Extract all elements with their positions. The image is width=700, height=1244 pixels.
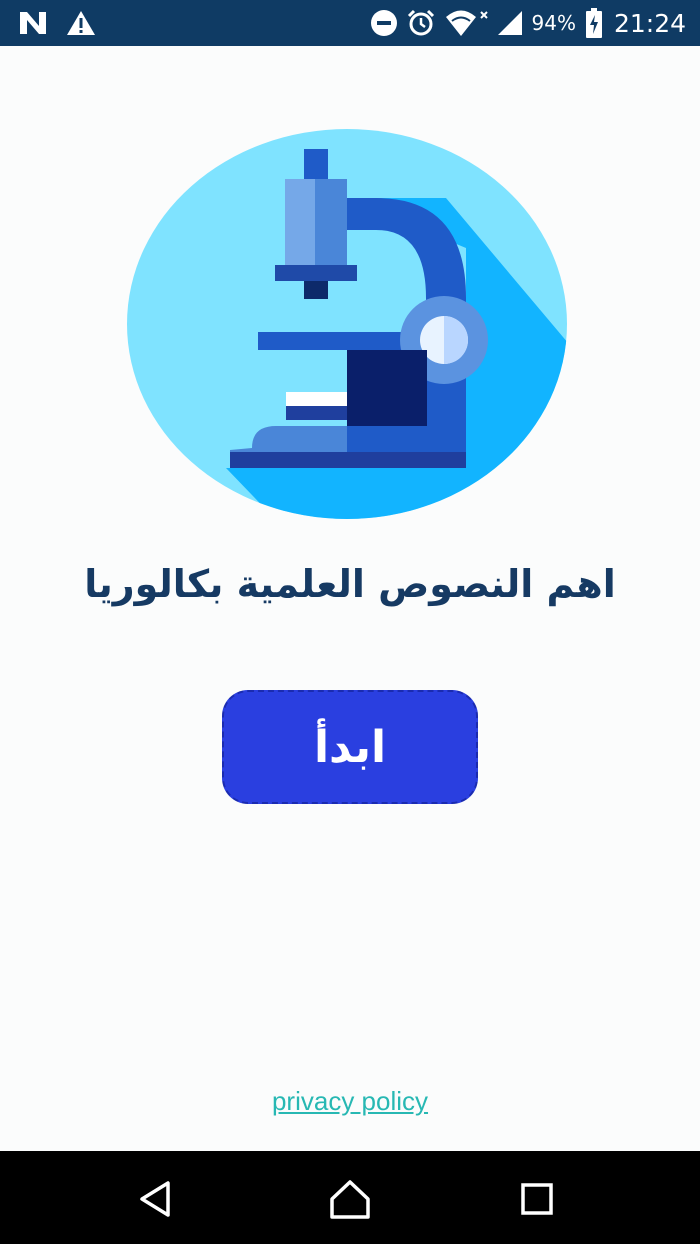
privacy-policy-link[interactable]: privacy policy	[0, 1086, 700, 1117]
alarm-icon	[406, 8, 436, 38]
home-icon[interactable]	[326, 1175, 374, 1223]
navigation-bar	[0, 1151, 700, 1244]
do-not-disturb-icon	[370, 9, 398, 37]
app-screen: 94% 21:24 اهم النصوص العلمية بكالوريا اب…	[0, 0, 700, 1244]
n-logo-icon	[18, 10, 48, 36]
status-right-icons: 94% 21:24	[370, 6, 686, 40]
page-title: اهم النصوص العلمية بكالوريا	[84, 562, 616, 606]
status-left-icons	[18, 8, 96, 38]
clock: 21:24	[613, 8, 686, 38]
wifi-icon	[444, 8, 488, 38]
recents-icon[interactable]	[513, 1175, 561, 1223]
start-button[interactable]: ابدأ	[222, 690, 478, 804]
back-icon[interactable]	[132, 1175, 180, 1223]
cellular-signal-icon	[496, 9, 524, 37]
battery-percent: 94%	[531, 11, 576, 35]
battery-charging-icon	[585, 8, 602, 38]
status-bar: 94% 21:24	[0, 0, 700, 46]
warning-icon	[66, 10, 96, 36]
microscope-icon	[126, 128, 568, 520]
